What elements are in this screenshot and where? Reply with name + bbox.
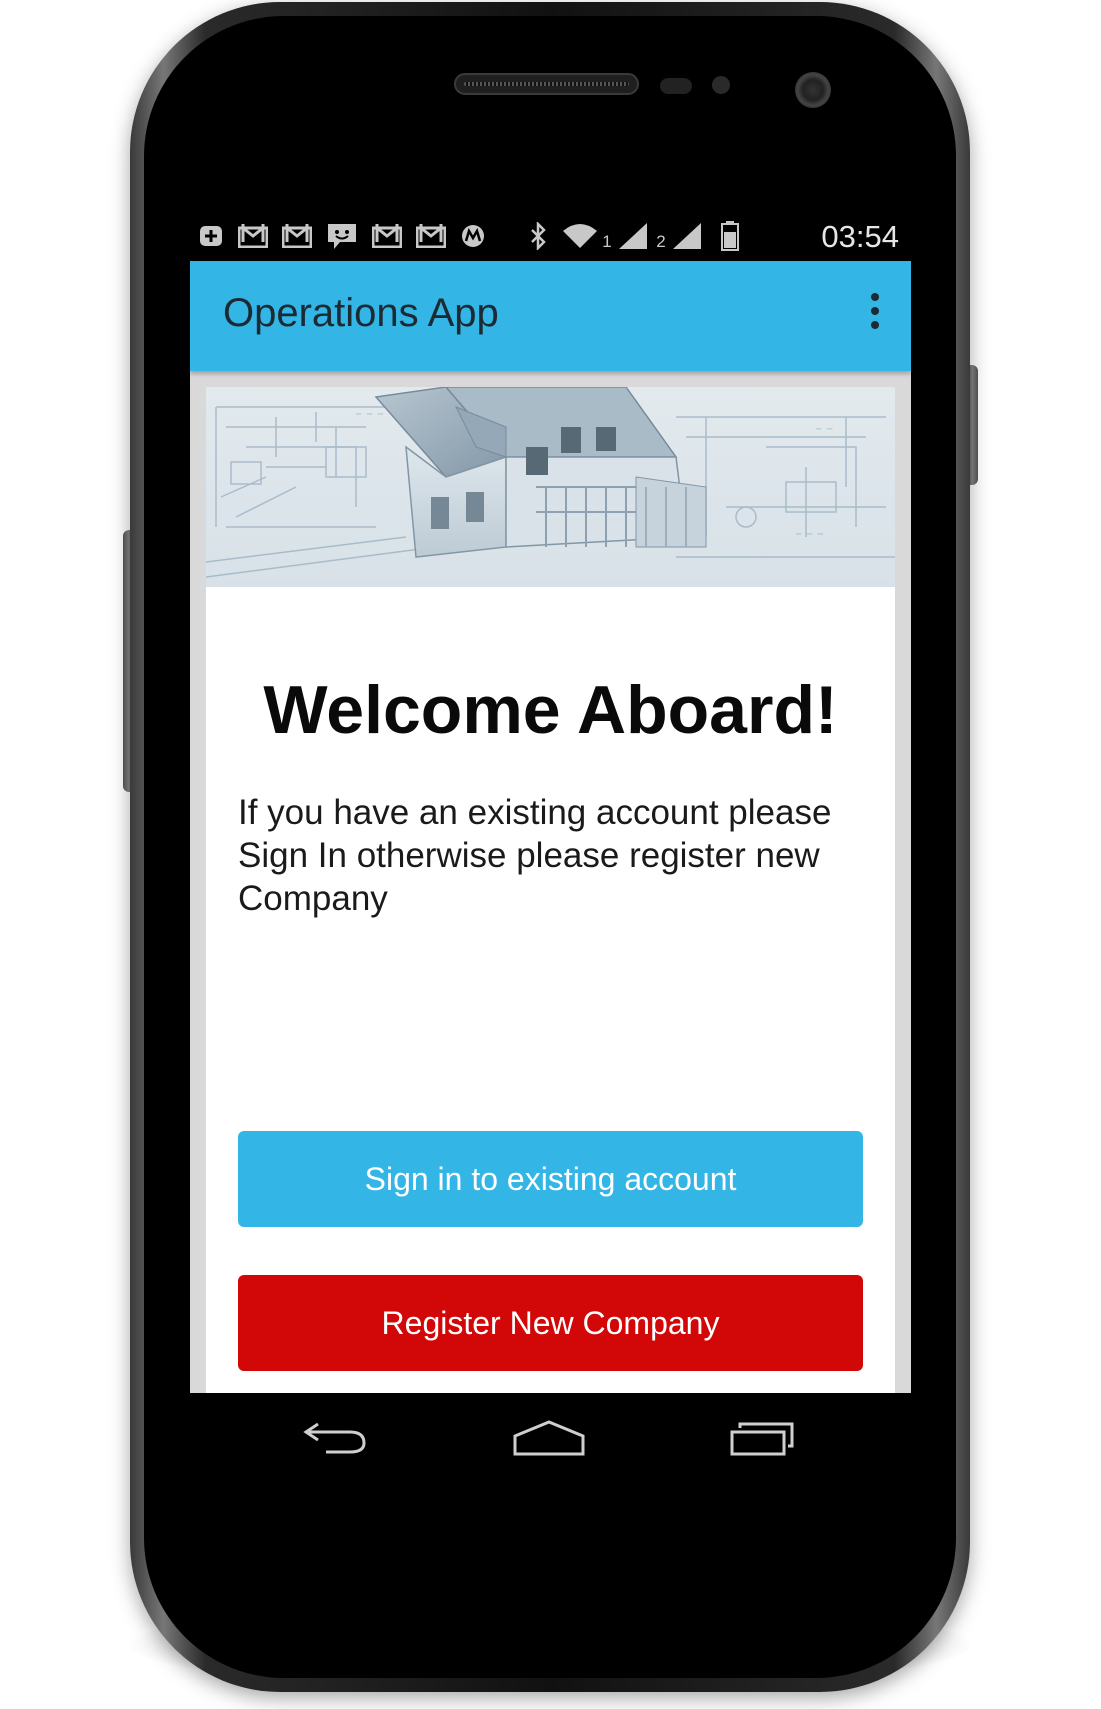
register-company-button[interactable]: Register New Company: [238, 1275, 863, 1371]
back-icon[interactable]: [290, 1413, 380, 1463]
earpiece-speaker: [454, 73, 639, 95]
gmail-icon: [372, 223, 402, 249]
signal-icon: [616, 223, 650, 249]
add-icon: [198, 223, 224, 249]
sms-icon: [326, 223, 358, 249]
home-icon[interactable]: [504, 1413, 594, 1463]
sign-in-button[interactable]: Sign in to existing account: [238, 1131, 863, 1227]
motorola-icon: [460, 223, 486, 249]
gmail-icon: [282, 223, 312, 249]
welcome-heading: Welcome Aboard!: [263, 672, 838, 748]
more-vert-icon[interactable]: [865, 293, 885, 337]
proximity-sensor: [660, 78, 692, 94]
wifi-icon: [562, 223, 598, 249]
sim1-label: 1: [602, 232, 612, 251]
sim2-label: 2: [656, 232, 666, 251]
status-bar: 1 2 03:54: [190, 211, 911, 261]
action-bar: Operations App: [190, 261, 911, 371]
intro-text: If you have an existing account please S…: [238, 793, 832, 918]
nav-bar: [190, 1393, 911, 1483]
front-camera: [795, 72, 831, 108]
light-sensor: [712, 76, 730, 94]
gmail-icon: [416, 223, 446, 249]
house-blueprint-image: ─ ─ ─ ─ ─ ─ ─ ─: [206, 387, 895, 587]
device-mockup: 1 2 03:54 Operations App ─ ─ ─ ─ ─ ─ ─ ─…: [0, 0, 1101, 1709]
app-title: Operations App: [223, 291, 499, 335]
status-time: 03:54: [821, 219, 899, 254]
recent-apps-icon[interactable]: [718, 1413, 808, 1463]
signal-icon: [670, 223, 704, 249]
bluetooth-icon: [528, 222, 548, 250]
content-area: ─ ─ ─ ─ ─ ─ ─ ─ Welcome Aboard! If you h…: [190, 371, 911, 1393]
welcome-card: ─ ─ ─ ─ ─ ─ ─ ─ Welcome Aboard! If you h…: [206, 387, 895, 1393]
screen: 1 2 03:54 Operations App ─ ─ ─ ─ ─ ─ ─ ─…: [190, 211, 911, 1483]
battery-icon: [720, 221, 740, 251]
gmail-icon: [238, 223, 268, 249]
